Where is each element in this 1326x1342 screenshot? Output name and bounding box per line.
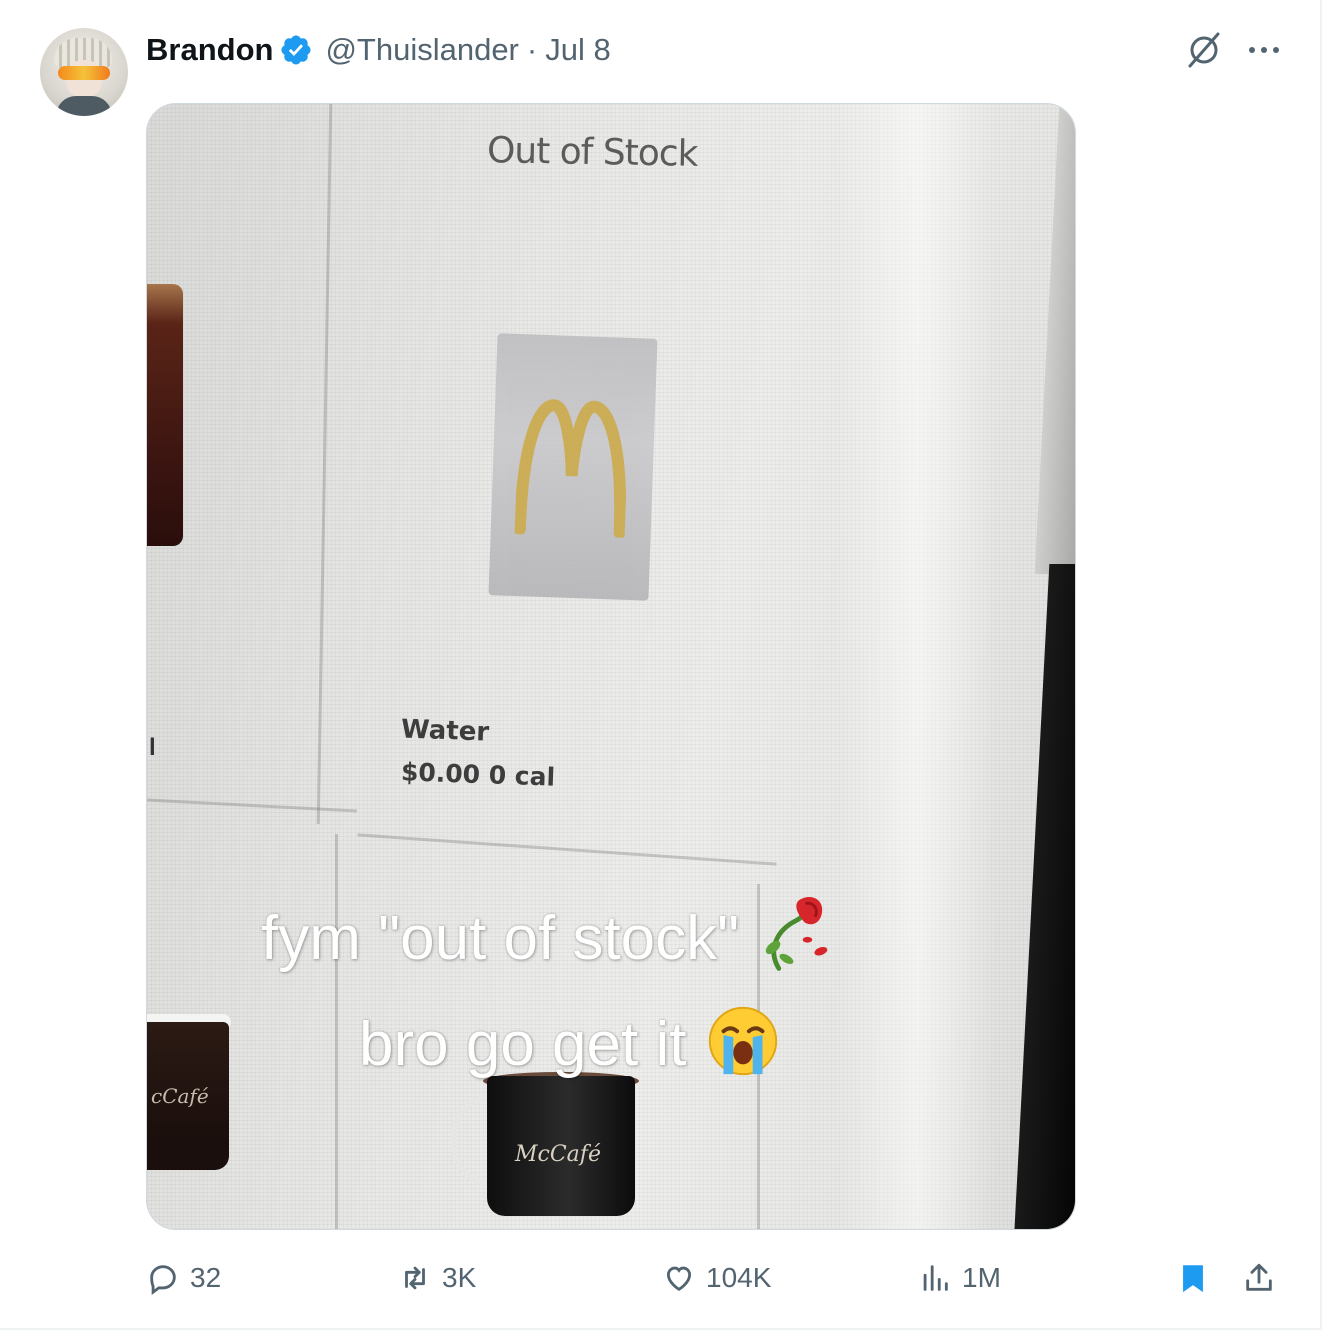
bookmark-icon bbox=[1183, 1265, 1203, 1293]
verified-badge-icon bbox=[279, 33, 313, 67]
avatar[interactable] bbox=[40, 28, 128, 116]
out-of-stock-label: Out of Stock bbox=[486, 130, 698, 175]
views-icon bbox=[923, 1265, 948, 1291]
bookmark-button[interactable] bbox=[1176, 1254, 1210, 1302]
repost-button[interactable]: 3K bbox=[398, 1254, 476, 1302]
reply-icon bbox=[150, 1265, 176, 1295]
caption-line-2: bro go get it bbox=[359, 1002, 782, 1095]
like-icon bbox=[666, 1266, 692, 1291]
share-icon bbox=[1246, 1263, 1272, 1291]
grok-icon[interactable] bbox=[1184, 30, 1224, 70]
crying-face-emoji bbox=[704, 1002, 782, 1095]
action-bar: 32 3K 104K 1M bbox=[146, 1254, 1286, 1302]
more-icon[interactable] bbox=[1244, 30, 1284, 70]
like-count: 104K bbox=[706, 1262, 772, 1293]
reply-count: 32 bbox=[190, 1262, 222, 1293]
views-count: 1M bbox=[962, 1262, 1001, 1293]
tweet-date[interactable]: Jul 8 bbox=[545, 32, 610, 68]
caption-text-1: fym "out of stock" bbox=[261, 903, 740, 973]
author-name[interactable]: Brandon bbox=[146, 32, 273, 68]
cut-off-label: l bbox=[149, 734, 156, 761]
mccafe-logo-left: cCafé bbox=[151, 1084, 209, 1108]
reply-button[interactable]: 32 bbox=[146, 1254, 221, 1302]
screen-glare bbox=[837, 104, 997, 1229]
separator-dot: · bbox=[526, 32, 538, 67]
tweet-media-image[interactable]: Out of Stock l Water $0.00 0 cal cCafé M… bbox=[146, 103, 1076, 1230]
tweet-header: Brandon @Thuislander · Jul 8 bbox=[146, 28, 611, 72]
cola-cup-image bbox=[147, 284, 183, 546]
wilted-rose-emoji bbox=[756, 892, 836, 993]
author-handle[interactable]: @Thuislander bbox=[325, 32, 518, 68]
caption-line-1: fym "out of stock" bbox=[261, 892, 836, 993]
tweet-card[interactable]: Brandon @Thuislander · Jul 8 Out of Stoc… bbox=[0, 0, 1322, 1330]
mccafe-logo: McCafé bbox=[515, 1142, 601, 1167]
mcdonalds-cup-image bbox=[488, 333, 658, 601]
repost-count: 3K bbox=[442, 1262, 477, 1293]
views-button[interactable]: 1M bbox=[918, 1254, 1001, 1302]
avatar-body bbox=[56, 96, 112, 116]
item-price-calories: $0.00 0 cal bbox=[400, 757, 556, 792]
item-name: Water bbox=[400, 714, 490, 748]
caption-text-2: bro go get it bbox=[359, 1009, 687, 1079]
avatar-goggles bbox=[58, 66, 110, 80]
share-button[interactable] bbox=[1242, 1254, 1276, 1302]
like-button[interactable]: 104K bbox=[662, 1254, 771, 1302]
repost-icon bbox=[405, 1266, 425, 1290]
